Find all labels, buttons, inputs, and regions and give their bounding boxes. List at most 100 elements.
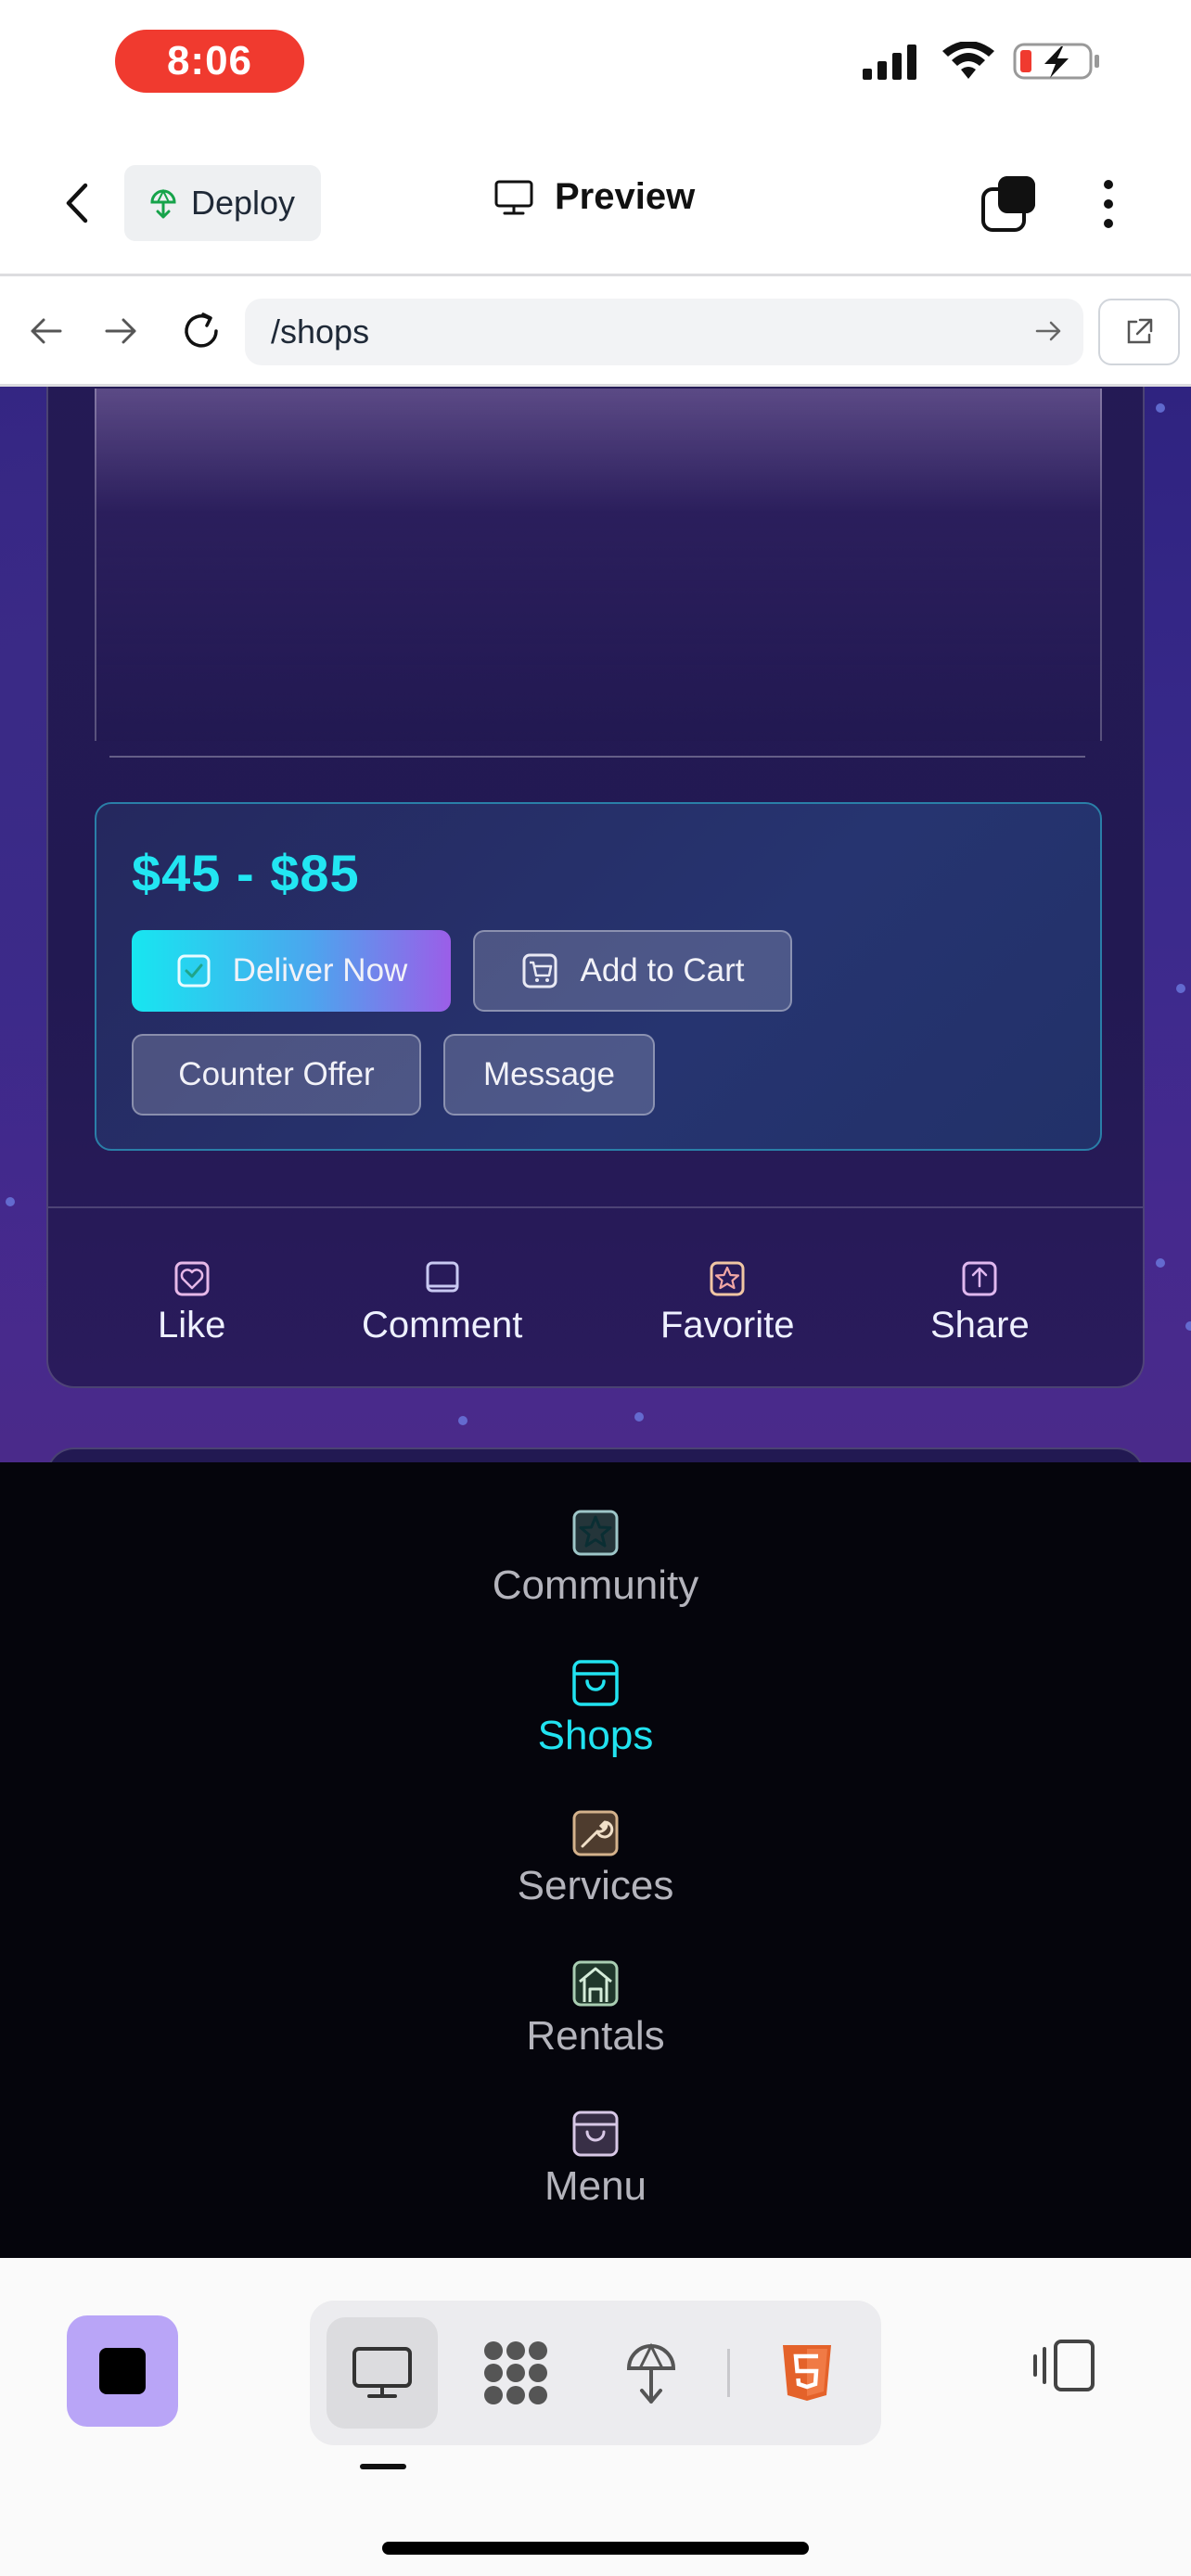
cellular-signal-icon [863,45,916,80]
background-star [458,1416,467,1425]
wrench-icon [572,1810,619,1856]
view-switcher [310,2301,881,2445]
workspace-view-button[interactable] [460,2317,571,2429]
share-icon [962,1261,997,1296]
monitor-icon [494,180,533,214]
deliver-now-button[interactable]: Deliver Now [132,930,451,1012]
like-button[interactable]: Like [158,1260,225,1346]
back-button[interactable] [54,180,100,226]
deploy-icon [626,2342,676,2404]
chevron-left-icon [66,183,88,223]
html5-icon [783,2345,831,2401]
shopping-bag-icon [572,1660,619,1706]
preview-title: Preview [493,176,695,218]
battery-charging-icon [1013,43,1099,80]
preview-view-button[interactable] [327,2317,438,2429]
comment-icon [426,1261,459,1293]
deploy-icon [150,188,176,219]
heart-icon [174,1261,210,1296]
favorite-button[interactable]: Favorite [660,1260,795,1346]
deploy-view-button[interactable] [596,2317,707,2429]
menu-item-rentals-label: Rentals [526,2013,665,2059]
open-external-button[interactable] [1098,299,1180,365]
next-product-card [46,1447,1145,1462]
home-indicator [382,2542,809,2555]
status-time: 8:06 [115,30,304,93]
favorite-label: Favorite [660,1305,795,1345]
counter-offer-label: Counter Offer [178,1056,375,1092]
arrow-left-icon [31,318,62,344]
bag-icon [572,2111,619,2157]
like-label: Like [158,1305,226,1345]
divider [48,1206,1143,1208]
deliver-now-label: Deliver Now [232,952,408,988]
status-icons [861,41,1102,82]
menu-item-community-label: Community [492,1562,699,1608]
nodes-icon [484,2341,547,2404]
message-label: Message [482,1056,616,1092]
background-star [1176,984,1185,993]
menu-item-shops[interactable]: Shops [0,1659,1191,1759]
reload-icon [185,312,218,348]
price-panel: $45 - $85 Deliver Now Add to Cart Counte… [95,802,1102,1151]
divider [109,756,1085,758]
background-star [634,1412,644,1422]
reload-button[interactable] [178,308,224,354]
stop-button[interactable] [67,2315,178,2427]
split-screen-icon [1033,2340,1095,2391]
status-bar: 8:06 [0,0,1191,130]
message-button[interactable]: Message [443,1034,655,1116]
split-view-button[interactable] [1031,2338,1098,2398]
monitor-icon [352,2347,412,2398]
web-content: $45 - $85 Deliver Now Add to Cart Counte… [0,387,1191,1462]
menu-item-services[interactable]: Services [0,1809,1191,1909]
product-card: $45 - $85 Deliver Now Add to Cart Counte… [46,387,1145,1388]
navigation-menu: Community Shops Services Rentals Menu [0,1462,1191,2258]
tabs-button[interactable] [980,174,1039,234]
menu-item-services-label: Services [517,1863,674,1908]
menu-item-menu-label: Menu [544,2163,647,2209]
active-tab-indicator [360,2464,406,2469]
app-top-bar: Deploy Preview [0,130,1191,274]
menu-item-menu[interactable]: Menu [0,2110,1191,2210]
cart-icon [522,953,557,988]
browser-back-button[interactable] [22,308,69,354]
background-star [1156,403,1165,413]
more-options-button[interactable] [1095,174,1122,234]
url-input[interactable]: /shops [245,299,1083,365]
add-to-cart-label: Add to Cart [580,952,745,988]
menu-item-community[interactable]: Community [0,1509,1191,1609]
deploy-label: Deploy [191,184,296,222]
background-star [1156,1258,1165,1268]
comment-button[interactable]: Comment [362,1260,522,1346]
counter-offer-button[interactable]: Counter Offer [132,1034,421,1116]
star-icon [572,1510,619,1556]
stop-icon [99,2348,146,2394]
background-star [1185,1321,1191,1331]
go-arrow-icon[interactable] [1035,317,1063,345]
house-icon [572,1960,619,2007]
browser-forward-button[interactable] [98,308,145,354]
menu-item-shops-label: Shops [537,1713,654,1758]
product-image [95,389,1102,741]
share-button[interactable]: Share [930,1260,1030,1346]
price-range: $45 - $85 [132,844,360,902]
bottom-toolbar [0,2258,1191,2576]
background-star [6,1197,15,1206]
star-icon [710,1261,745,1296]
menu-item-rentals[interactable]: Rentals [0,1959,1191,2060]
deploy-button[interactable]: Deploy [124,165,321,241]
checkbox-icon [177,954,211,988]
external-link-icon [1127,318,1153,344]
comment-label: Comment [362,1305,523,1345]
html-file-button[interactable] [751,2317,863,2429]
arrow-right-icon [105,318,136,344]
divider [727,2349,730,2397]
preview-title-text: Preview [555,176,696,217]
share-label: Share [930,1305,1030,1345]
stacked-squares-icon [981,176,1035,232]
wifi-icon [942,42,994,79]
url-text: /shops [271,312,370,351]
browser-bar: /shops [0,274,1191,387]
add-to-cart-button[interactable]: Add to Cart [473,930,792,1012]
